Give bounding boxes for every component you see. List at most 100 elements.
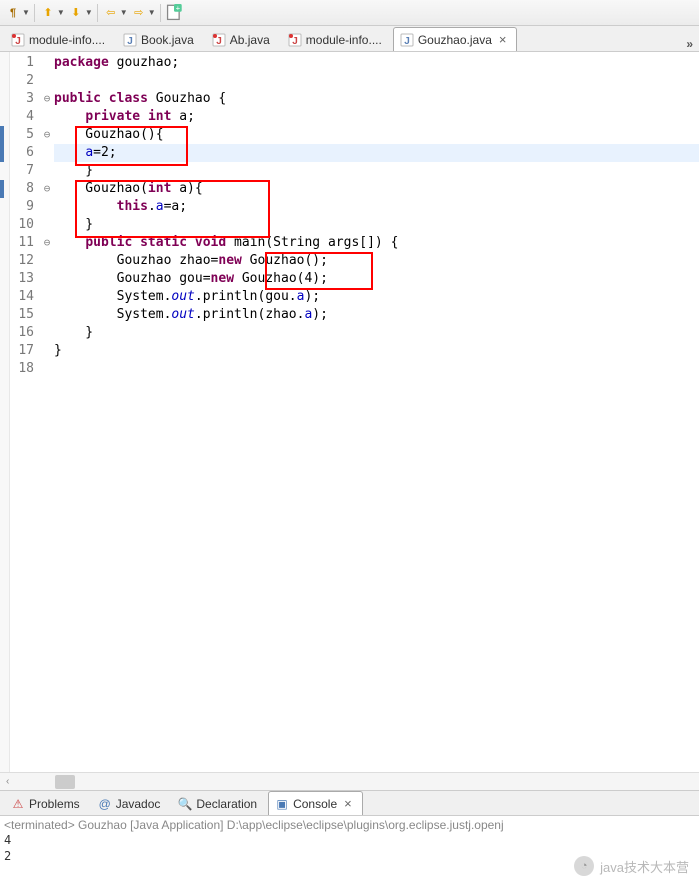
java-file-icon: J — [400, 33, 414, 47]
scrollbar-thumb[interactable] — [55, 775, 75, 789]
code-line[interactable]: public class Gouzhao { — [54, 90, 699, 108]
code-line[interactable]: Gouzhao gou=new Gouzhao(4); — [54, 270, 699, 288]
arrow-up-icon[interactable]: ⬆ — [39, 4, 57, 22]
line-number: 11 — [10, 234, 34, 252]
dropdown-icon[interactable]: ▼ — [148, 8, 156, 17]
svg-text:J: J — [292, 36, 298, 47]
line-number: 1 — [10, 54, 34, 72]
separator — [160, 4, 161, 22]
tab-gouzhao-java[interactable]: JGouzhao.java× — [393, 27, 518, 51]
fold-toggle-icon[interactable]: ⊖ — [40, 180, 54, 198]
forward-icon[interactable]: ⇨ — [130, 4, 148, 22]
java-file-icon: J — [288, 33, 302, 47]
bottom-tab-javadoc[interactable]: @ Javadoc — [91, 791, 172, 815]
tab-ab-java[interactable]: J Ab.java — [205, 27, 281, 51]
code-line[interactable] — [54, 360, 699, 378]
line-number: 5 — [10, 126, 34, 144]
tab-module-info-[interactable]: Jmodule-info.... — [281, 27, 393, 51]
change-marker — [0, 180, 4, 198]
fold-empty — [40, 342, 54, 360]
pilcrow-icon[interactable]: ¶ — [4, 4, 22, 22]
line-number: 4 — [10, 108, 34, 126]
fold-empty — [40, 252, 54, 270]
new-doc-icon[interactable]: + — [165, 4, 183, 22]
declaration-icon: 🔍 — [178, 797, 192, 811]
fold-empty — [40, 162, 54, 180]
bottom-tab-problems[interactable]: ⚠Problems — [4, 791, 91, 815]
tab-module-info-[interactable]: Jmodule-info.... — [4, 27, 116, 51]
tab-label: Ab.java — [230, 33, 270, 47]
separator — [97, 4, 98, 22]
tab-book-java[interactable]: JBook.java — [116, 27, 205, 51]
tab-label: Console — [293, 797, 337, 811]
tabs-overflow-icon[interactable]: » — [680, 37, 699, 51]
code-line[interactable]: this.a=a; — [54, 198, 699, 216]
code-line[interactable]: System.out.println(zhao.a); — [54, 306, 699, 324]
fold-toggle-icon[interactable]: ⊖ — [40, 90, 54, 108]
code-line[interactable]: Gouzhao(){ — [54, 126, 699, 144]
arrow-down-icon[interactable]: ⬇ — [67, 4, 85, 22]
svg-text:J: J — [216, 36, 222, 47]
line-number: 8 — [10, 180, 34, 198]
line-number: 12 — [10, 252, 34, 270]
separator — [34, 4, 35, 22]
fold-empty — [40, 306, 54, 324]
line-number: 3 — [10, 90, 34, 108]
fold-empty — [40, 72, 54, 90]
close-icon[interactable]: × — [499, 32, 507, 47]
code-line[interactable] — [54, 72, 699, 90]
code-line[interactable]: } — [54, 324, 699, 342]
line-number: 18 — [10, 360, 34, 378]
code-line[interactable]: a=2; — [54, 144, 699, 162]
dropdown-icon[interactable]: ▼ — [57, 8, 65, 17]
line-number: 6 — [10, 144, 34, 162]
svg-text:J: J — [15, 36, 21, 47]
code-line[interactable]: } — [54, 216, 699, 234]
fold-column: ⊖ ⊖ ⊖ ⊖ — [40, 52, 54, 772]
dropdown-icon[interactable]: ▼ — [85, 8, 93, 17]
bottom-tab-declaration[interactable]: 🔍Declaration — [171, 791, 268, 815]
code-line[interactable]: private int a; — [54, 108, 699, 126]
code-line[interactable]: } — [54, 342, 699, 360]
javadoc-icon: @ — [98, 797, 112, 811]
fold-empty — [40, 54, 54, 72]
problems-icon: ⚠ — [11, 797, 25, 811]
console-output: 42 — [4, 832, 695, 864]
fold-empty — [40, 270, 54, 288]
dropdown-icon[interactable]: ▼ — [120, 8, 128, 17]
line-number: 17 — [10, 342, 34, 360]
java-file-icon: J — [123, 33, 137, 47]
java-file-icon: J — [212, 33, 226, 47]
editor-tabs: Jmodule-info....JBook.javaJAb.javaJmodul… — [0, 26, 699, 52]
code-editor[interactable]: package gouzhao; public class Gouzhao { p… — [54, 52, 699, 772]
code-line[interactable]: Gouzhao(int a){ — [54, 180, 699, 198]
code-line[interactable]: package gouzhao; — [54, 54, 699, 72]
line-number: 10 — [10, 216, 34, 234]
tab-label: Javadoc — [116, 797, 161, 811]
code-line[interactable]: } — [54, 162, 699, 180]
console-line: 2 — [4, 848, 695, 864]
toolbar: ¶ ▼ ⬆ ▼ ⬇ ▼ ⇦ ▼ ⇨ ▼ + — [0, 0, 699, 26]
code-line[interactable]: System.out.println(gou.a); — [54, 288, 699, 306]
line-number: 7 — [10, 162, 34, 180]
editor-area: 123456789101112131415161718 ⊖⊖⊖⊖ package… — [0, 52, 699, 772]
fold-empty — [40, 360, 54, 378]
fold-empty — [40, 198, 54, 216]
line-numbers: 123456789101112131415161718 — [10, 52, 40, 772]
code-line[interactable]: Gouzhao zhao=new Gouzhao(); — [54, 252, 699, 270]
dropdown-icon[interactable]: ▼ — [22, 8, 30, 17]
fold-empty — [40, 144, 54, 162]
line-number: 16 — [10, 324, 34, 342]
code-line[interactable]: public static void main(String args[]) { — [54, 234, 699, 252]
horizontal-scrollbar[interactable]: ‹ — [0, 772, 699, 790]
fold-empty — [40, 108, 54, 126]
bottom-tab-console[interactable]: ▣ Console × — [268, 791, 363, 815]
fold-toggle-icon[interactable]: ⊖ — [40, 234, 54, 252]
close-icon[interactable]: × — [344, 796, 352, 811]
console-icon: ▣ — [275, 797, 289, 811]
fold-toggle-icon[interactable]: ⊖ — [40, 126, 54, 144]
tab-label: module-info.... — [29, 33, 105, 47]
java-file-icon: J — [11, 33, 25, 47]
back-icon[interactable]: ⇦ — [102, 4, 120, 22]
svg-text:J: J — [404, 36, 410, 47]
